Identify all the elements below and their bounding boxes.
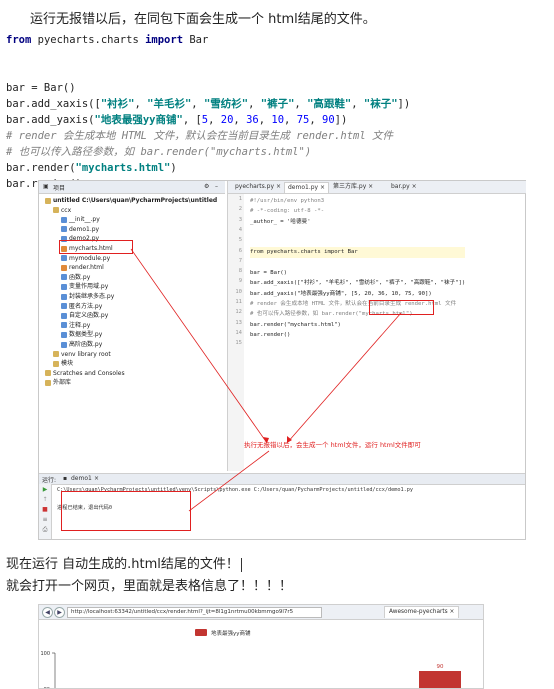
back-icon[interactable]: ◀ bbox=[42, 607, 53, 618]
forward-icon[interactable]: ▶ bbox=[54, 607, 65, 618]
code-token: , bbox=[351, 98, 364, 110]
instruction-line-open-page: 就会打开一个网页，里面就是表格信息了！！！！ bbox=[6, 579, 293, 594]
code-token: "羊毛衫" bbox=[147, 98, 192, 110]
code-token: ]) bbox=[334, 114, 348, 126]
bar-chart: 地表最强yy商铺 100 80 90 bbox=[40, 629, 461, 688]
code-token: "地表最强yy商铺" bbox=[94, 114, 183, 126]
annotation-arrows bbox=[130, 248, 402, 512]
browser-tab-active[interactable]: Awesome-pyecharts × bbox=[384, 606, 460, 618]
code-token: 36 bbox=[246, 114, 259, 126]
code-token: , bbox=[191, 98, 204, 110]
code-token: , bbox=[208, 114, 221, 126]
code-token: 75 bbox=[296, 114, 310, 126]
browser-screenshot: ◀ ▶ http://localhost:63342/untitled/ccx/… bbox=[38, 604, 484, 689]
code-token: , bbox=[309, 114, 323, 126]
legend-label: 地表最强yy商铺 bbox=[211, 629, 251, 637]
code-token: 10 bbox=[271, 114, 285, 126]
code-line: from pyecharts.charts import Bar bbox=[6, 32, 410, 48]
code-token: bar.add_xaxis([ bbox=[6, 98, 101, 110]
code-token: , bbox=[258, 114, 272, 126]
code-line: bar = Bar() bbox=[6, 80, 410, 96]
code-token: # render 会生成本地 HTML 文件，默认会在当前目录生成 render… bbox=[6, 130, 394, 142]
y-tick-label: 100 bbox=[40, 651, 50, 657]
code-token: bar.render( bbox=[6, 162, 76, 174]
code-token: "袜子" bbox=[363, 98, 398, 110]
browser-toolbar: ◀ ▶ http://localhost:63342/untitled/ccx/… bbox=[39, 605, 483, 620]
code-token: "高跟鞋" bbox=[307, 98, 352, 110]
code-token: , [ bbox=[182, 114, 202, 126]
code-line: bar.add_xaxis(["衬衫", "羊毛衫", "雪纺衫", "裤子",… bbox=[6, 96, 410, 112]
code-token: , bbox=[134, 98, 148, 110]
code-token: 20 bbox=[220, 114, 234, 126]
intro-text: 运行无报错以后，在同包下面会生成一个 html结尾的文件。 bbox=[30, 12, 376, 27]
code-token: , bbox=[233, 114, 247, 126]
code-token: 90 bbox=[322, 114, 335, 126]
code-token: Bar bbox=[183, 34, 209, 46]
code-line: bar.render("mycharts.html") bbox=[6, 160, 410, 176]
code-token: import bbox=[145, 34, 184, 46]
code-line: # render 会生成本地 HTML 文件，默认会在当前目录生成 render… bbox=[6, 128, 410, 144]
code-token: bar.add_yaxis( bbox=[6, 114, 95, 126]
code-token: ]) bbox=[397, 98, 411, 110]
bar bbox=[419, 671, 461, 688]
instruction-line-run-html: 现在运行 自动生成的.html结尾的文件！ bbox=[6, 553, 242, 572]
instruction-text-run-html: 现在运行 自动生成的.html结尾的文件！ bbox=[6, 557, 239, 572]
code-line: bar.add_yaxis("地表最强yy商铺", [5, 20, 36, 10… bbox=[6, 112, 410, 128]
text-cursor bbox=[240, 557, 242, 572]
code-token: pyecharts.charts bbox=[31, 34, 146, 46]
code-token: "裤子" bbox=[260, 98, 295, 110]
code-token: bar = Bar() bbox=[6, 82, 76, 94]
code-token: "mycharts.html" bbox=[75, 162, 171, 174]
legend-swatch bbox=[195, 629, 207, 636]
ide-screenshot: ▣ 项目 ⚙ – untitled C:\Users\quan\PycharmP… bbox=[38, 180, 526, 540]
y-tick-label: 80 bbox=[44, 687, 50, 688]
browser-tab-blank[interactable] bbox=[329, 606, 339, 617]
code-token: ) bbox=[170, 162, 177, 174]
code-line: # 也可以传入路径参数，如 bar.render("mycharts.html"… bbox=[6, 144, 410, 160]
code-token: # 也可以传入路径参数，如 bar.render("mycharts.html"… bbox=[6, 146, 312, 158]
code-snippet: from pyecharts.charts import Bar bar = B… bbox=[6, 32, 410, 192]
code-token: , bbox=[284, 114, 297, 126]
browser-tab-label: Awesome-pyecharts bbox=[389, 609, 448, 615]
code-token: , bbox=[248, 98, 261, 110]
code-token: "衬衫" bbox=[100, 98, 135, 110]
code-token: "雪纺衫" bbox=[203, 98, 249, 110]
code-token: from bbox=[6, 34, 32, 46]
address-bar[interactable]: http://localhost:63342/untitled/ccx/rend… bbox=[67, 607, 322, 618]
bar-data-label: 90 bbox=[437, 664, 444, 670]
code-token: , bbox=[294, 98, 308, 110]
